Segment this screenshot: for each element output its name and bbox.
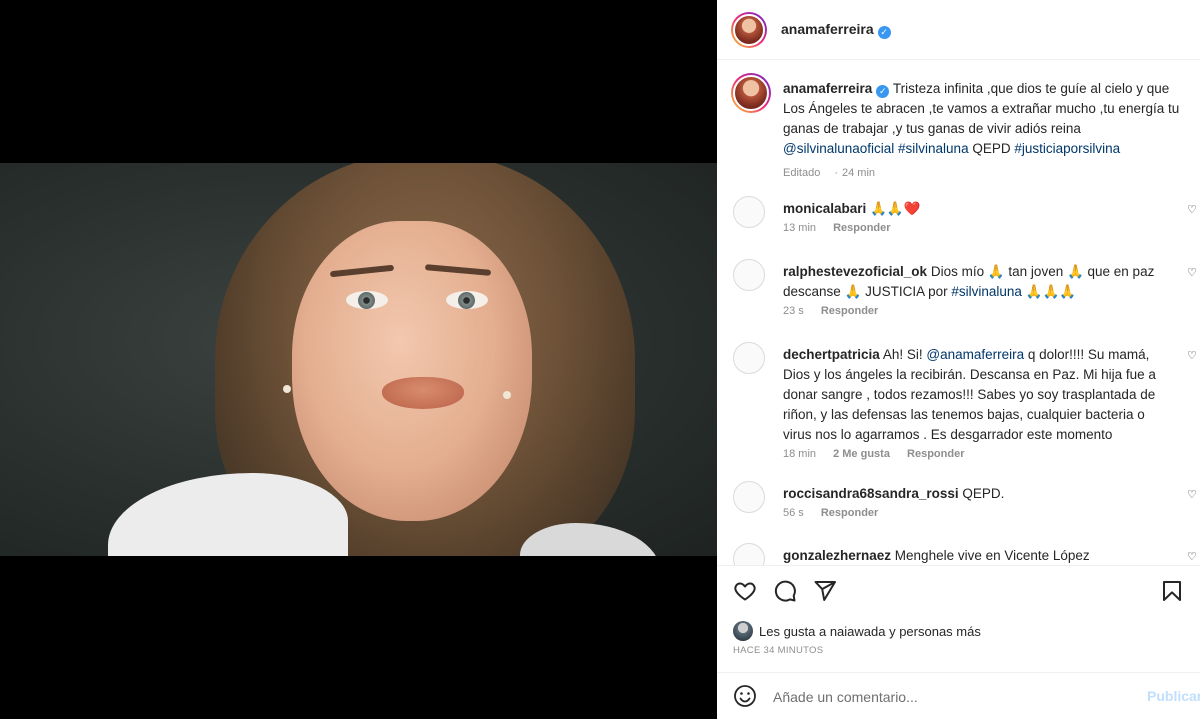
comment-text: QEPD. [962,486,1005,501]
comment-input[interactable] [773,687,1113,707]
share-icon[interactable] [813,579,837,603]
post-media [0,0,717,719]
comment-like-icon[interactable]: ♡ [1187,350,1199,362]
commenter-username[interactable]: monicalabari [783,201,866,216]
commenter-avatar[interactable] [733,481,765,513]
commenter-avatar[interactable] [733,543,765,565]
reply-button[interactable]: Responder [833,222,890,234]
commenter-username[interactable]: dechertpatricia [783,347,880,362]
comment-like-icon[interactable]: ♡ [1187,267,1199,279]
comment-like-icon[interactable]: ♡ [1187,204,1199,216]
likes-summary[interactable]: Les gusta a naiawada y personas más [733,621,981,641]
liker-avatar [733,621,753,641]
caption-avatar[interactable] [731,73,771,113]
commenter-username[interactable]: gonzalezhernaez [783,548,891,563]
bookmark-icon[interactable] [1160,579,1184,603]
publish-button[interactable]: Publicar [1147,688,1200,704]
comment-icon[interactable] [773,579,797,603]
verified-icon: ✓ [876,85,890,98]
post-actions [717,565,1200,613]
post-side-panel: anamaferreira ✓ anamaferreira ✓ Tristeza i… [717,0,1200,719]
comment-mention[interactable]: @anamaferreira [926,347,1024,362]
likes-count[interactable]: 2 Me gusta [833,448,890,460]
caption-hashtag[interactable]: #justiciaporsilvina [1014,141,1120,156]
comment-like-icon[interactable]: ♡ [1187,551,1199,563]
commenter-avatar[interactable] [733,259,765,291]
commenter-avatar[interactable] [733,196,765,228]
reply-button[interactable]: Responder [907,448,964,460]
commenter-avatar[interactable] [733,342,765,374]
caption-hashtag[interactable]: #silvinaluna [898,141,969,156]
comment-text: 🙏🙏❤️ [870,201,921,216]
reply-button[interactable]: Responder [821,507,878,519]
heart-icon[interactable] [733,579,757,603]
post-timestamp: HACE 34 MINUTOS [733,645,824,656]
comment-text: Ah! Si! [882,347,923,362]
verified-icon: ✓ [877,25,891,39]
reply-button[interactable]: Responder [821,305,878,317]
comments-list[interactable]: anamaferreira ✓ Tristeza infinita ,que di… [717,61,1200,565]
emoji-icon[interactable] [733,684,757,708]
comment-hashtag[interactable]: #silvinaluna [951,284,1022,299]
commenter-username[interactable]: ralphestevezoficial_ok [783,264,927,279]
caption-mention[interactable]: @silvinalunaoficial [783,141,894,156]
post-photo[interactable] [0,163,717,556]
add-comment-bar: Publicar [717,672,1200,719]
comment-text: Menghele vive en Vicente López [894,548,1090,563]
author-avatar[interactable] [731,11,767,48]
comment-like-icon[interactable]: ♡ [1187,489,1199,501]
commenter-username[interactable]: roccisandra68sandra_rossi [783,486,959,501]
author-username[interactable]: anamaferreira ✓ [781,21,891,39]
caption-username[interactable]: anamaferreira [783,81,872,96]
post-header: anamaferreira ✓ [717,0,1200,60]
caption-meta: Editado · 24 min [783,167,876,179]
